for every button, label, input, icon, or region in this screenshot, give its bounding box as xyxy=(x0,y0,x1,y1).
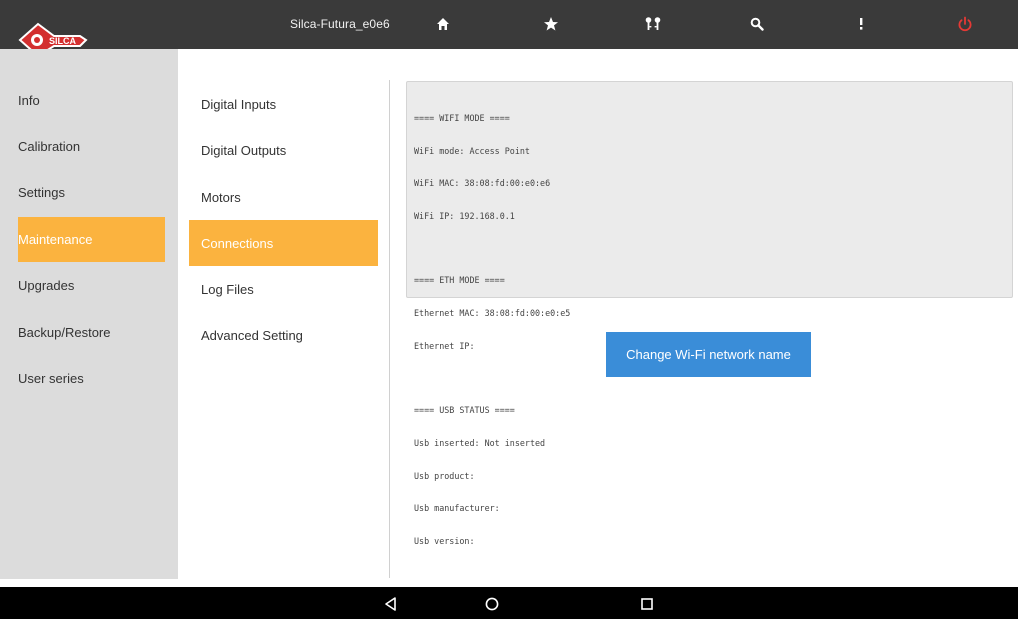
sidebar-item-label: Upgrades xyxy=(18,278,75,293)
sidebar-item-maintenance[interactable]: Maintenance xyxy=(18,217,165,262)
home-icon[interactable] xyxy=(431,12,455,36)
sidebar-item-settings[interactable]: Settings xyxy=(18,170,165,215)
usb-inserted: Usb inserted: Not inserted xyxy=(414,438,546,449)
sidebar-item-backup-restore[interactable]: Backup/Restore xyxy=(18,310,165,355)
sidebar-item-calibration[interactable]: Calibration xyxy=(18,124,165,169)
device-name: Silca-Futura_e0e6 xyxy=(290,17,390,31)
power-icon[interactable] xyxy=(953,12,977,36)
star-icon[interactable] xyxy=(539,12,563,36)
vertical-divider xyxy=(389,80,390,578)
sidebar-item-upgrades[interactable]: Upgrades xyxy=(18,263,165,308)
eth-mac: Ethernet MAC: 38:08:fd:00:e0:e5 xyxy=(414,308,571,319)
sidebar-item-label: Calibration xyxy=(18,139,81,154)
sidebar-item-label: User series xyxy=(18,371,84,386)
submenu-item-connections[interactable]: Connections xyxy=(189,220,378,266)
maintenance-submenu: Digital Inputs Digital Outputs Motors Co… xyxy=(178,49,390,579)
change-wifi-name-button[interactable]: Change Wi-Fi network name xyxy=(606,332,811,377)
eth-header: ==== ETH MODE ==== xyxy=(414,275,505,286)
more-vertical-icon[interactable] xyxy=(849,12,873,36)
submenu-item-digital-inputs[interactable]: Digital Inputs xyxy=(189,81,378,127)
home-circle-icon[interactable] xyxy=(484,596,500,612)
usb-version: Usb version: xyxy=(414,536,475,547)
submenu-item-advanced-setting[interactable]: Advanced Setting xyxy=(189,312,378,358)
back-icon[interactable] xyxy=(383,596,399,612)
logo-text: SILCA xyxy=(49,36,77,46)
wifi-mac: WiFi MAC: 38:08:fd:00:e0:e6 xyxy=(414,178,551,189)
search-icon[interactable] xyxy=(745,12,769,36)
keys-icon[interactable] xyxy=(641,12,665,36)
sidebar-item-label: Settings xyxy=(18,185,65,200)
top-bar: SILCA Silca-Futura_e0e6 xyxy=(0,0,1018,58)
sidebar-item-user-series[interactable]: User series xyxy=(18,356,165,401)
submenu-item-log-files[interactable]: Log Files xyxy=(189,266,378,312)
submenu-item-motors[interactable]: Motors xyxy=(189,174,378,220)
sidebar-item-label: Backup/Restore xyxy=(18,325,111,340)
sidebar-item-label: Info xyxy=(18,93,40,108)
sidebar-item-label: Maintenance xyxy=(18,232,93,247)
submenu-item-digital-outputs[interactable]: Digital Outputs xyxy=(189,127,378,173)
wifi-ip: WiFi IP: 192.168.0.1 xyxy=(414,210,515,221)
connection-status-box: ==== WIFI MODE ==== WiFi mode: Access Po… xyxy=(406,81,1013,546)
usb-manufacturer: Usb manufacturer: xyxy=(414,503,500,514)
main-sidebar: Info Calibration Settings Maintenance Up… xyxy=(0,49,178,579)
wifi-header: ==== WIFI MODE ==== xyxy=(414,112,510,123)
usb-product: Usb product: xyxy=(414,470,475,481)
sidebar-item-info[interactable]: Info xyxy=(18,78,165,123)
recents-icon[interactable] xyxy=(639,596,655,612)
android-nav-bar xyxy=(0,587,1018,619)
usb-header: ==== USB STATUS ==== xyxy=(414,405,515,416)
wifi-mode: WiFi mode: Access Point xyxy=(414,145,530,156)
